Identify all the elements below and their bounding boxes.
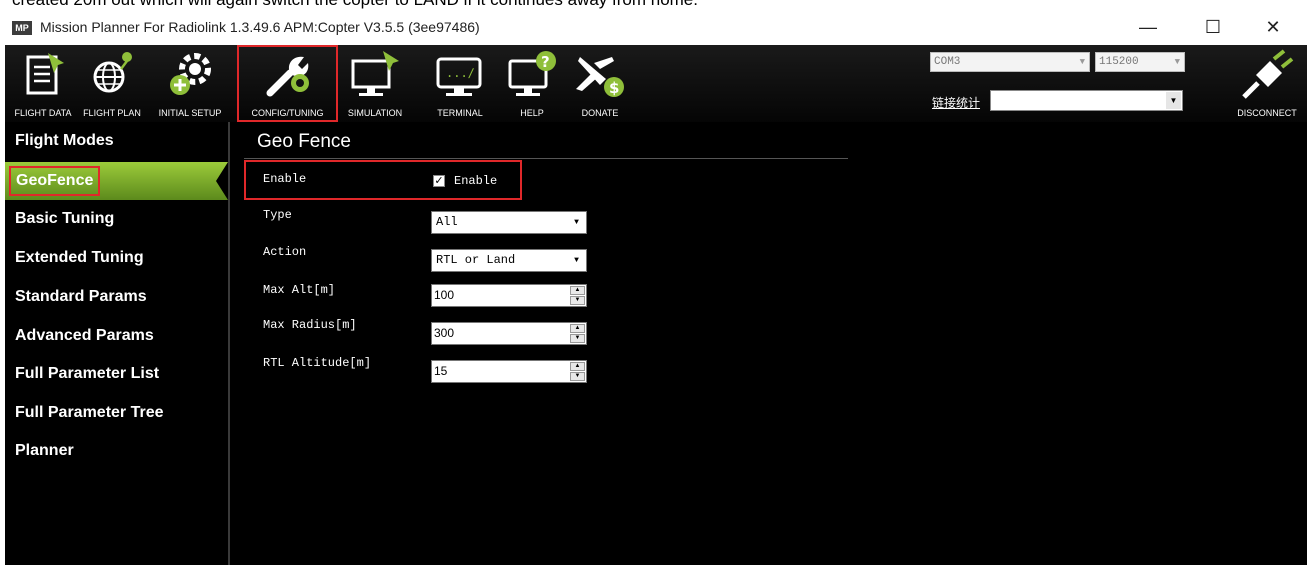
max-alt-value: 100	[434, 288, 455, 302]
checkmark-icon: ✓	[434, 175, 444, 187]
help-icon: ?	[508, 51, 556, 96]
donate-button[interactable]: $ DONATE	[565, 45, 635, 122]
rtl-altitude-input[interactable]: 15 ▲ ▼	[431, 360, 587, 383]
sidebar-item-geofence[interactable]: GeoFence	[5, 162, 228, 200]
terminal-label: TERMINAL	[437, 108, 483, 118]
sidebar-item-flight-modes[interactable]: Flight Modes	[5, 122, 228, 160]
max-radius-label: Max Radius[m]	[263, 318, 357, 332]
maximize-button[interactable]: ☐	[1190, 11, 1236, 43]
baud-select[interactable]: 115200 ▼	[1095, 52, 1185, 72]
svg-text:$: $	[609, 79, 619, 97]
chevron-down-icon: ▼	[574, 218, 579, 227]
max-radius-value: 300	[434, 326, 455, 340]
title-underline	[244, 158, 848, 159]
initial-setup-icon	[170, 53, 211, 95]
geofence-panel: Geo Fence Enable ✓ Enable Type All ▼ Act…	[230, 122, 1307, 565]
donate-icon: $	[576, 57, 624, 97]
svg-text:?: ?	[541, 53, 550, 71]
page-caption: created 20m out which will again switch …	[0, 0, 1307, 9]
flight-data-icon	[26, 53, 64, 95]
help-button[interactable]: ? HELP	[497, 45, 567, 122]
spin-down-icon[interactable]: ▼	[570, 296, 585, 305]
chevron-down-icon: ▼	[574, 256, 579, 265]
config-tuning-label: CONFIG/TUNING	[251, 108, 324, 118]
enable-label: Enable	[263, 172, 307, 186]
enable-checkbox-label[interactable]: Enable	[454, 174, 497, 188]
disconnect-plug-icon	[1242, 49, 1294, 99]
chevron-down-icon: ▼	[1079, 57, 1085, 67]
action-select[interactable]: RTL or Land ▼	[431, 249, 587, 272]
action-label: Action	[263, 245, 307, 259]
initial-setup-label: INITIAL SETUP	[158, 108, 222, 118]
max-radius-input[interactable]: 300 ▲ ▼	[431, 322, 587, 345]
active-indicator-notch	[216, 162, 228, 200]
spin-up-icon[interactable]: ▲	[570, 324, 585, 333]
sidebar-item-extended-tuning[interactable]: Extended Tuning	[5, 239, 228, 277]
page-title: Geo Fence	[257, 131, 351, 152]
sidebar-item-full-parameter-list[interactable]: Full Parameter List	[5, 355, 228, 393]
flight-plan-icon	[93, 52, 132, 93]
max-alt-input[interactable]: 100 ▲ ▼	[431, 284, 587, 307]
chevron-down-icon: ▼	[1174, 57, 1180, 67]
type-value: All	[436, 215, 458, 229]
config-sidebar: Flight Modes GeoFence Basic Tuning Exten…	[5, 122, 228, 565]
enable-checkbox[interactable]: ✓	[433, 175, 445, 187]
type-label: Type	[263, 208, 292, 222]
rtl-altitude-value: 15	[434, 364, 448, 378]
link-stats-select[interactable]: ▼	[990, 90, 1183, 111]
terminal-icon: ...∕	[436, 57, 482, 96]
sidebar-item-full-parameter-tree[interactable]: Full Parameter Tree	[5, 394, 228, 432]
config-tuning-button[interactable]: CONFIG/TUNING	[237, 45, 338, 122]
donate-label: DONATE	[581, 108, 619, 118]
help-label: HELP	[520, 108, 544, 118]
spin-up-icon[interactable]: ▲	[570, 362, 585, 371]
disconnect-label: DISCONNECT	[1237, 108, 1297, 118]
window-title: Mission Planner For Radiolink 1.3.49.6 A…	[40, 19, 480, 35]
sidebar-item-basic-tuning[interactable]: Basic Tuning	[5, 200, 228, 238]
simulation-button[interactable]: SIMULATION	[338, 45, 412, 122]
close-button[interactable]: ✕	[1250, 11, 1296, 43]
flight-plan-label: FLIGHT PLAN	[83, 108, 141, 118]
app-logo-icon: MP	[12, 21, 32, 35]
flight-data-label: FLIGHT DATA	[14, 108, 72, 118]
sidebar-item-label: GeoFence	[9, 166, 101, 196]
config-tuning-icon	[266, 56, 309, 97]
chevron-down-icon: ▼	[1166, 92, 1181, 109]
spin-up-icon[interactable]: ▲	[570, 286, 585, 295]
link-stats-link[interactable]: 链接统计	[932, 94, 980, 111]
port-select[interactable]: COM3 ▼	[930, 52, 1090, 72]
sidebar-item-advanced-params[interactable]: Advanced Params	[5, 317, 228, 355]
initial-setup-button[interactable]: INITIAL SETUP	[146, 45, 234, 122]
title-bar: MP Mission Planner For Radiolink 1.3.49.…	[0, 9, 1307, 45]
simulation-label: SIMULATION	[347, 108, 403, 118]
rtl-altitude-label: RTL Altitude[m]	[263, 356, 372, 370]
sidebar-item-standard-params[interactable]: Standard Params	[5, 278, 228, 316]
flight-plan-button[interactable]: FLIGHT PLAN	[78, 45, 146, 122]
spin-down-icon[interactable]: ▼	[570, 372, 585, 381]
terminal-button[interactable]: ...∕ TERMINAL	[425, 45, 495, 122]
sidebar-item-planner[interactable]: Planner	[5, 432, 228, 470]
max-alt-label: Max Alt[m]	[263, 283, 336, 297]
baud-value: 115200	[1099, 56, 1139, 68]
spin-down-icon[interactable]: ▼	[570, 334, 585, 343]
type-select[interactable]: All ▼	[431, 211, 587, 234]
flight-data-button[interactable]: FLIGHT DATA	[8, 45, 78, 122]
minimize-button[interactable]: —	[1125, 11, 1171, 43]
simulation-icon	[351, 51, 399, 96]
svg-text:...∕: ...∕	[446, 66, 475, 80]
disconnect-button[interactable]: DISCONNECT	[1227, 45, 1307, 122]
port-value: COM3	[934, 56, 961, 68]
action-value: RTL or Land	[436, 253, 516, 267]
